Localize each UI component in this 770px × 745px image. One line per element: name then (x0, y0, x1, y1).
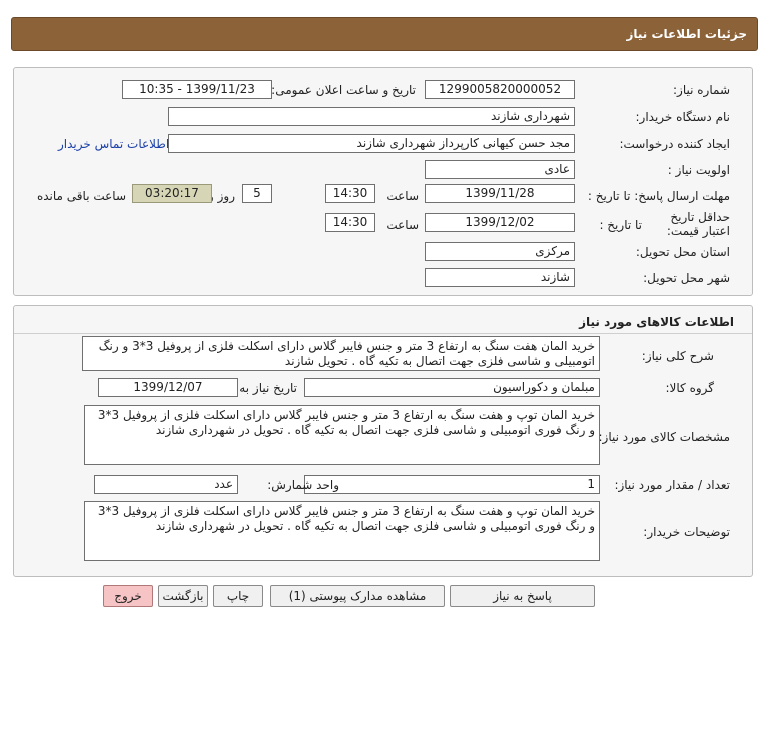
requester-field: مجد حسن کیهانی کارپرداز شهرداری شازند (168, 134, 575, 153)
unit-label: واحد شمارش: (267, 478, 339, 492)
validity-to-date-label: تا تاریخ : (599, 218, 642, 232)
section-divider (14, 333, 752, 334)
deadline-time-field: 14:30 (325, 184, 375, 203)
priority-label: اولویت نیاز : (667, 163, 730, 177)
attachments-button[interactable]: مشاهده مدارک پیوستی (1) (270, 585, 445, 607)
goods-group-label: گروه کالا: (665, 381, 715, 395)
deadline-date-field: 1399/11/28 (425, 184, 575, 203)
page-title: جزئیات اطلاعات نیاز (626, 27, 747, 41)
deadline-time-label: ساعت (386, 189, 419, 203)
back-button[interactable]: بازگشت (158, 585, 208, 607)
need-info-panel: شماره نیاز: 1299005820000052 تاریخ و ساع… (13, 67, 753, 296)
reply-button[interactable]: پاسخ به نیاز (450, 585, 595, 607)
buyer-org-label: نام دستگاه خریدار: (635, 110, 731, 124)
goods-panel: اطلاعات کالاهای مورد نیاز شرح کلی نیاز: … (13, 305, 753, 577)
unit-field: عدد (94, 475, 238, 494)
announce-label: تاریخ و ساعت اعلان عمومی: (271, 83, 416, 97)
announce-field: 1399/11/23 - 10:35 (122, 80, 272, 99)
qty-field: 1 (304, 475, 600, 494)
city-field: شازند (425, 268, 575, 287)
min-validity-label: حداقل تاریخ اعتبار قیمت: (666, 210, 730, 238)
contact-buyer-link[interactable]: اطلاعات تماس خریدار (58, 137, 169, 151)
days-field: 5 (242, 184, 272, 203)
remaining-time-field: 03:20:17 (132, 184, 212, 203)
city-label: شهر محل تحویل: (643, 271, 730, 285)
page-header: جزئیات اطلاعات نیاز (11, 17, 758, 51)
need-number-field: 1299005820000052 (425, 80, 575, 99)
goods-group-field: مبلمان و دکوراسیون (304, 378, 600, 397)
province-field: مرکزی (425, 242, 575, 261)
province-label: استان محل تحویل: (635, 245, 730, 259)
need-date-field: 1399/12/07 (98, 378, 238, 397)
general-desc-field: خرید المان هفت سنگ به ارتفاع 3 متر و جنس… (82, 336, 600, 371)
spec-field: خرید المان توپ و هفت سنگ به ارتفاع 3 متر… (84, 405, 600, 465)
qty-label: تعداد / مقدار مورد نیاز: (614, 478, 730, 492)
days-label: روز و (208, 189, 235, 203)
print-button[interactable]: چاپ (213, 585, 263, 607)
general-desc-label: شرح کلی نیاز: (641, 349, 714, 363)
requester-label: ایجاد کننده درخواست: (619, 137, 730, 151)
validity-time-label: ساعت (386, 218, 419, 232)
exit-button[interactable]: خروج (103, 585, 153, 607)
buyer-org-field: شهرداری شازند (168, 107, 575, 126)
goods-section-title: اطلاعات کالاهای مورد نیاز (579, 315, 734, 329)
priority-field: عادی (425, 160, 575, 179)
buyer-notes-label: توضیحات خریدار: (643, 525, 730, 539)
validity-time-field: 14:30 (325, 213, 375, 232)
need-number-label: شماره نیاز: (673, 83, 730, 97)
spec-label: مشخصات کالای مورد نیاز: (598, 430, 730, 444)
buyer-notes-field: خرید المان توپ و هفت سنگ به ارتفاع 3 متر… (84, 501, 600, 561)
remaining-label: ساعت باقی مانده (36, 189, 126, 203)
validity-date-field: 1399/12/02 (425, 213, 575, 232)
deadline-label: مهلت ارسال پاسخ: تا تاریخ : (587, 189, 730, 203)
